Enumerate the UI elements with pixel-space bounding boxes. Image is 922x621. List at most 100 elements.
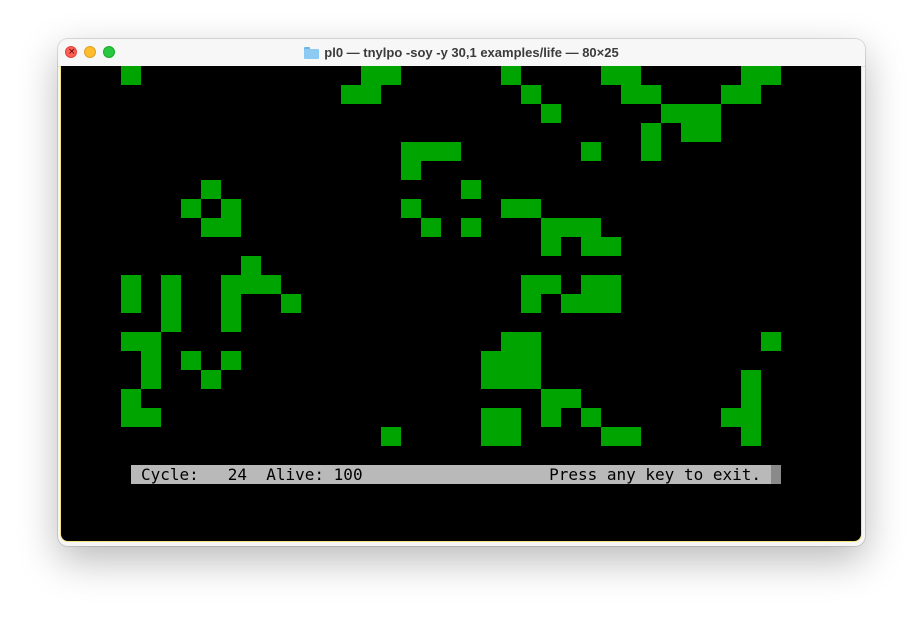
live-cell bbox=[581, 275, 601, 294]
live-cell bbox=[501, 351, 521, 370]
live-cell bbox=[521, 275, 541, 294]
live-cell bbox=[141, 351, 161, 370]
live-cell bbox=[741, 389, 761, 408]
live-cell bbox=[701, 123, 721, 142]
live-cell bbox=[201, 218, 221, 237]
live-cell bbox=[501, 408, 521, 427]
live-cell bbox=[481, 351, 501, 370]
live-cell bbox=[141, 370, 161, 389]
live-cell bbox=[541, 389, 561, 408]
live-cell bbox=[201, 370, 221, 389]
live-cell bbox=[221, 313, 241, 332]
live-cell bbox=[441, 142, 461, 161]
window-title: pl0 — tnylpo -soy -y 30,1 examples/life … bbox=[58, 39, 865, 66]
live-cell bbox=[741, 370, 761, 389]
cycle-value: 24 bbox=[227, 465, 247, 484]
live-cell bbox=[361, 66, 381, 85]
alive-label: Alive: bbox=[266, 465, 325, 484]
live-cell bbox=[421, 218, 441, 237]
live-cell bbox=[141, 332, 161, 351]
live-cell bbox=[521, 199, 541, 218]
live-cell bbox=[721, 408, 741, 427]
live-cell bbox=[121, 332, 141, 351]
live-cell bbox=[281, 294, 301, 313]
live-cell bbox=[761, 66, 781, 85]
live-cell bbox=[501, 427, 521, 446]
live-cell bbox=[721, 85, 741, 104]
live-cell bbox=[261, 275, 281, 294]
window-title-text: pl0 — tnylpo -soy -y 30,1 examples/life … bbox=[324, 45, 619, 60]
live-cell bbox=[501, 370, 521, 389]
live-cell bbox=[501, 332, 521, 351]
live-cell bbox=[661, 104, 681, 123]
live-cell bbox=[401, 199, 421, 218]
live-cell bbox=[501, 199, 521, 218]
live-cell bbox=[701, 104, 721, 123]
live-cell bbox=[521, 85, 541, 104]
live-cell bbox=[681, 123, 701, 142]
alive-value: 100 bbox=[333, 465, 363, 484]
live-cell bbox=[481, 370, 501, 389]
live-cell bbox=[541, 104, 561, 123]
terminal-window: × pl0 — tnylpo -soy -y 30,1 examples/lif… bbox=[58, 39, 865, 546]
terminal-screen[interactable]: Cycle: 24 Alive: 100 Press any key to ex… bbox=[60, 66, 862, 542]
title-bar[interactable]: × pl0 — tnylpo -soy -y 30,1 examples/lif… bbox=[58, 39, 865, 67]
live-cell bbox=[481, 408, 501, 427]
live-cell bbox=[121, 408, 141, 427]
live-cell bbox=[601, 237, 621, 256]
live-cell bbox=[401, 161, 421, 180]
live-cell bbox=[621, 427, 641, 446]
live-cell bbox=[141, 408, 161, 427]
live-cell bbox=[201, 180, 221, 199]
live-cell bbox=[181, 351, 201, 370]
live-cell bbox=[741, 408, 761, 427]
live-cell bbox=[521, 351, 541, 370]
live-cell bbox=[121, 275, 141, 294]
live-cell bbox=[361, 85, 381, 104]
live-cell bbox=[381, 66, 401, 85]
live-cell bbox=[641, 142, 661, 161]
live-cell bbox=[161, 275, 181, 294]
live-cell bbox=[121, 389, 141, 408]
live-cell bbox=[221, 218, 241, 237]
live-cell bbox=[581, 237, 601, 256]
live-cell bbox=[221, 294, 241, 313]
live-cell bbox=[581, 218, 601, 237]
live-cell bbox=[481, 427, 501, 446]
live-cell bbox=[121, 294, 141, 313]
live-cell bbox=[241, 275, 261, 294]
live-cell bbox=[161, 294, 181, 313]
live-cell bbox=[601, 66, 621, 85]
live-cell bbox=[601, 294, 621, 313]
exit-message: Press any key to exit. bbox=[549, 465, 761, 484]
live-cell bbox=[581, 142, 601, 161]
live-cell bbox=[601, 427, 621, 446]
live-cell bbox=[521, 294, 541, 313]
live-cell bbox=[681, 104, 701, 123]
live-cell bbox=[581, 408, 601, 427]
live-cell bbox=[121, 66, 141, 85]
live-cell bbox=[621, 66, 641, 85]
live-cell bbox=[461, 218, 481, 237]
folder-icon bbox=[304, 47, 320, 59]
live-cell bbox=[761, 332, 781, 351]
live-cell bbox=[501, 66, 521, 85]
cursor-block bbox=[771, 465, 781, 484]
live-cell bbox=[401, 142, 421, 161]
live-cell bbox=[741, 85, 761, 104]
live-cell bbox=[561, 389, 581, 408]
live-cell bbox=[541, 275, 561, 294]
live-cell bbox=[541, 408, 561, 427]
live-cell bbox=[521, 370, 541, 389]
live-cell bbox=[221, 199, 241, 218]
live-cell bbox=[521, 332, 541, 351]
cycle-label: Cycle: bbox=[141, 465, 199, 484]
live-cell bbox=[181, 199, 201, 218]
live-cell bbox=[341, 85, 361, 104]
live-cell bbox=[601, 275, 621, 294]
live-cell bbox=[381, 427, 401, 446]
live-cell bbox=[641, 123, 661, 142]
live-cell bbox=[541, 237, 561, 256]
status-counters: Cycle: 24 Alive: 100 bbox=[141, 465, 363, 484]
live-cell bbox=[621, 85, 641, 104]
